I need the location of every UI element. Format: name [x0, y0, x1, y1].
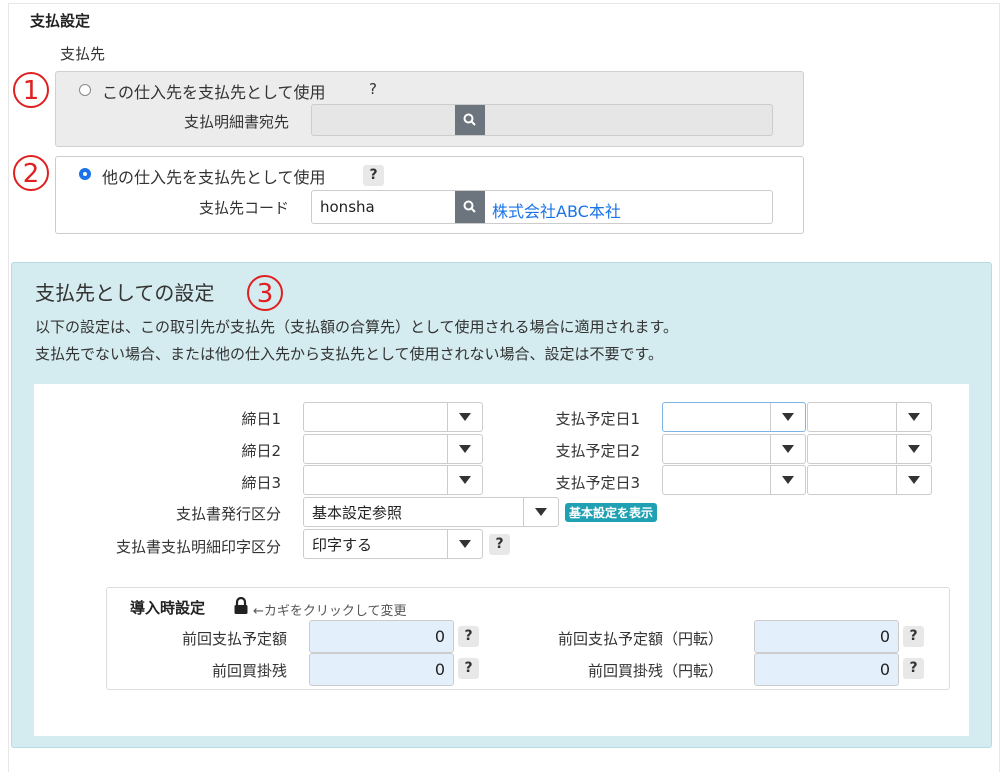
- chevron-down-icon: [896, 403, 931, 431]
- show-basic-settings-button[interactable]: 基本設定を表示: [565, 503, 658, 522]
- chevron-down-icon: [447, 466, 482, 494]
- marker-2: 2: [13, 155, 49, 191]
- payment-date-3-select-a[interactable]: [662, 465, 806, 495]
- issue-type-select[interactable]: 基本設定参照: [303, 497, 559, 527]
- payee-code-input[interactable]: honsha: [320, 198, 375, 216]
- payee-settings-title: 支払先としての設定: [35, 281, 215, 305]
- payee-code-search-button[interactable]: [455, 191, 485, 223]
- print-type-value: 印字する: [312, 536, 373, 554]
- statement-address-search-button[interactable]: [455, 105, 485, 135]
- payment-date-1-label: 支払予定日1: [555, 410, 640, 428]
- option-self-label[interactable]: この仕入先を支払先として使用: [102, 79, 326, 103]
- chevron-down-icon: [447, 403, 482, 431]
- prev-payment-amount-jpy-help[interactable]: ?: [903, 626, 924, 647]
- lock-hint: ←カギをクリックして変更: [253, 604, 407, 619]
- chevron-down-icon: [770, 403, 805, 431]
- payment-date-1-select-a[interactable]: [662, 402, 806, 432]
- chevron-down-icon: [896, 466, 931, 494]
- prev-payable-balance-help[interactable]: ?: [458, 658, 479, 679]
- payee-name-link[interactable]: 株式会社ABC本社: [492, 198, 621, 222]
- prev-payable-balance-jpy-field: 0: [754, 653, 899, 686]
- closing-day-2-select[interactable]: [303, 434, 483, 464]
- payment-date-2-label: 支払予定日2: [555, 442, 640, 460]
- payee-label: 支払先: [60, 45, 106, 63]
- lock-icon[interactable]: [233, 597, 249, 615]
- marker-3: 3: [247, 275, 283, 311]
- payment-date-1-select-b[interactable]: [807, 402, 932, 432]
- payee-code-label: 支払先コード: [198, 199, 289, 217]
- prev-payable-balance-label: 前回買掛残: [211, 662, 287, 680]
- option-other-label[interactable]: 他の仕入先を支払先として使用: [102, 164, 326, 188]
- closing-day-1-select[interactable]: [303, 402, 483, 432]
- chevron-down-icon: [447, 530, 482, 558]
- search-icon: [463, 113, 476, 126]
- chevron-down-icon: [770, 466, 805, 494]
- prev-payment-amount-field: 0: [309, 620, 454, 653]
- prev-payment-amount-label: 前回支払予定額: [181, 630, 287, 648]
- closing-day-1-label: 締日1: [241, 410, 281, 428]
- payment-date-3-select-b[interactable]: [807, 465, 932, 495]
- payee-code-field[interactable]: honsha 株式会社ABC本社: [311, 190, 773, 224]
- chevron-down-icon: [770, 435, 805, 463]
- statement-address-label: 支払明細書宛先: [183, 113, 289, 131]
- import-settings-title: 導入時設定: [130, 599, 206, 617]
- option-self-radio[interactable]: [79, 84, 91, 96]
- print-type-select[interactable]: 印字する: [303, 529, 483, 559]
- issue-type-value: 基本設定参照: [312, 504, 403, 522]
- prev-payable-balance-jpy-label: 前回買掛残（円転）: [587, 662, 723, 680]
- payment-date-3-label: 支払予定日3: [555, 474, 640, 492]
- option-other-radio[interactable]: [79, 168, 91, 180]
- payment-date-2-select-b[interactable]: [807, 434, 932, 464]
- prev-payment-amount-help[interactable]: ?: [458, 626, 479, 647]
- prev-payment-amount-jpy-label: 前回支払予定額（円転）: [557, 630, 723, 648]
- closing-day-3-label: 締日3: [241, 474, 281, 492]
- chevron-down-icon: [523, 498, 558, 526]
- section-title: 支払設定: [30, 12, 91, 30]
- print-type-label: 支払書支払明細印字区分: [115, 538, 281, 556]
- search-icon: [463, 200, 476, 213]
- closing-day-3-select[interactable]: [303, 465, 483, 495]
- print-type-help[interactable]: ?: [489, 534, 510, 555]
- option-self-help[interactable]: ?: [369, 80, 377, 98]
- payee-settings-desc-2: 支払先でない場合、または他の仕入先から支払先として使用されない場合、設定は不要で…: [35, 345, 664, 363]
- prev-payment-amount-jpy-field: 0: [754, 620, 899, 653]
- prev-payable-balance-field: 0: [309, 653, 454, 686]
- statement-address-field: [311, 104, 773, 136]
- payment-date-2-select-a[interactable]: [662, 434, 806, 464]
- payee-settings-desc-1: 以下の設定は、この取引先が支払先（支払額の合算先）として使用される場合に適用され…: [35, 318, 679, 336]
- issue-type-label: 支払書発行区分: [175, 505, 281, 523]
- prev-payable-balance-jpy-help[interactable]: ?: [903, 658, 924, 679]
- chevron-down-icon: [447, 435, 482, 463]
- marker-1: 1: [13, 72, 49, 108]
- chevron-down-icon: [896, 435, 931, 463]
- option-other-help[interactable]: ?: [363, 165, 384, 186]
- closing-day-2-label: 締日2: [241, 442, 281, 460]
